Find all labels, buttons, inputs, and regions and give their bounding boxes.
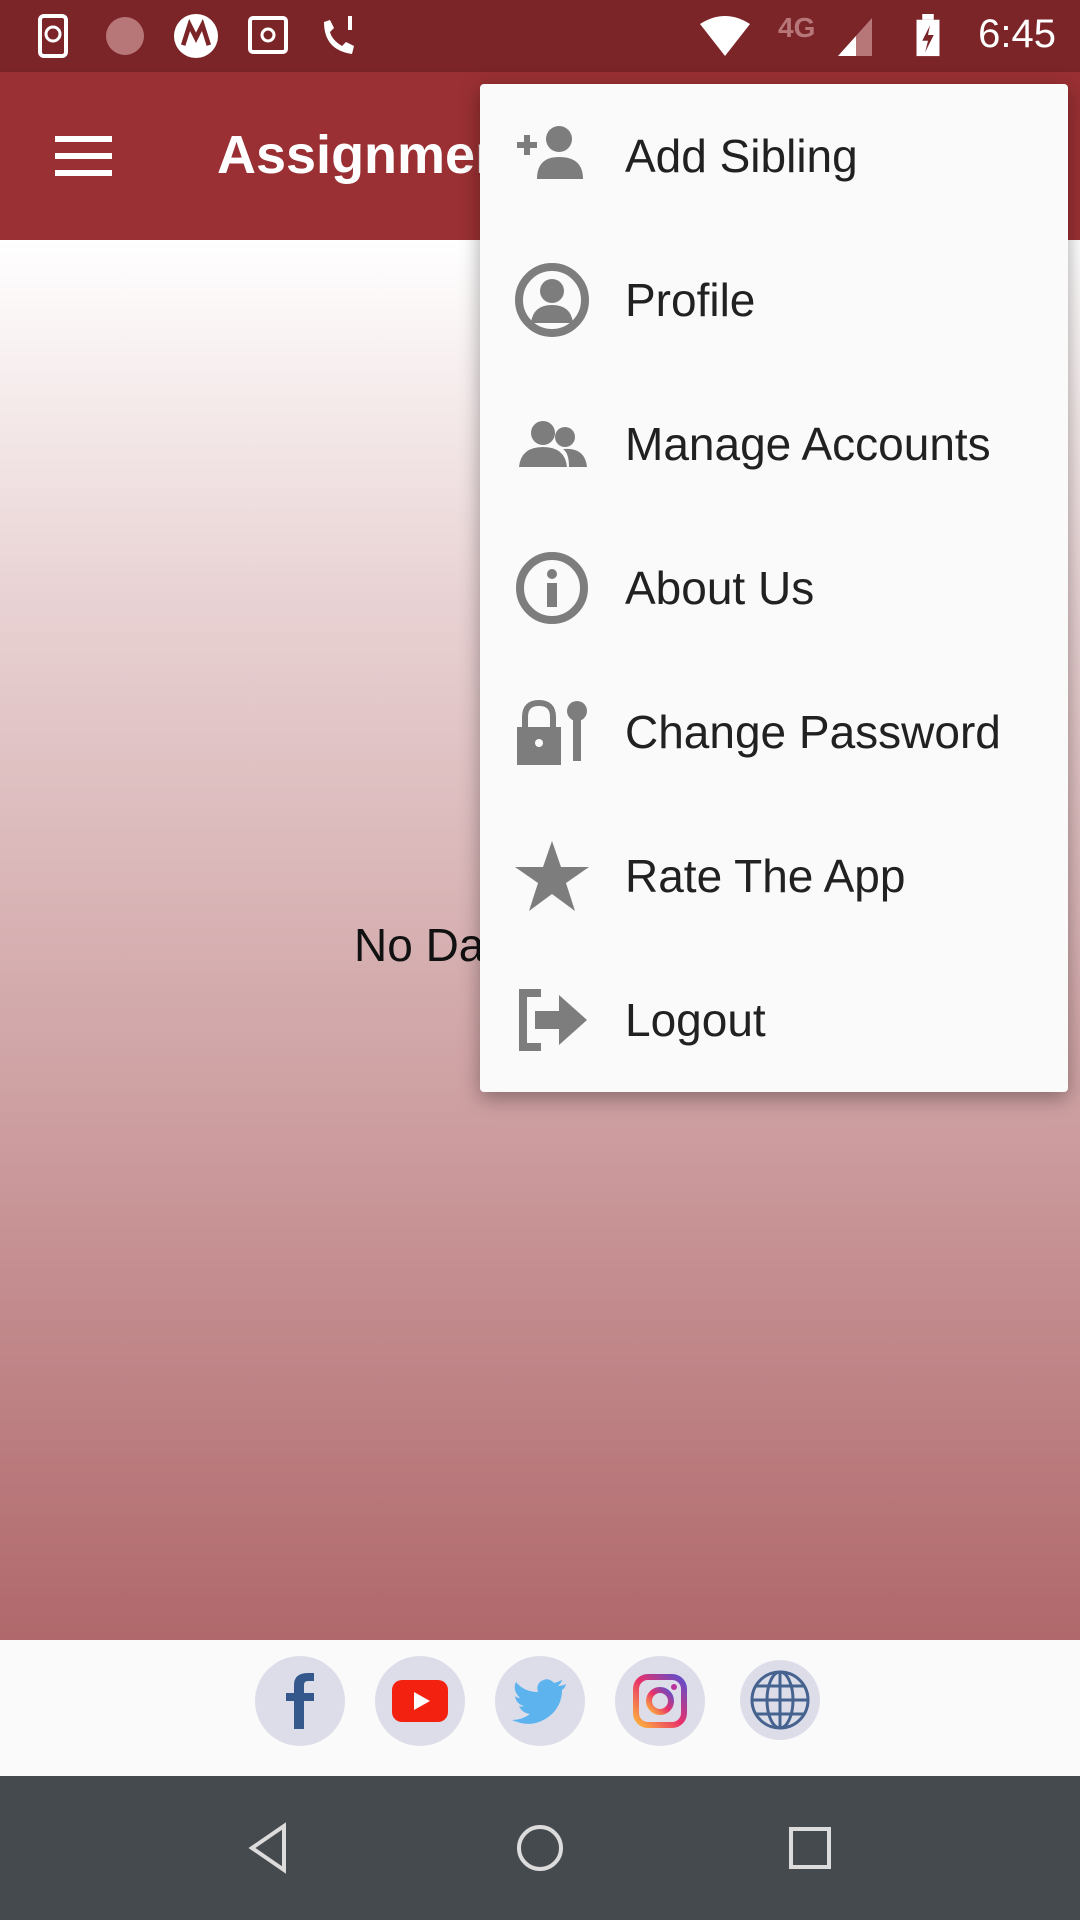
menu-item-change-password[interactable]: Change Password xyxy=(480,660,1068,804)
facebook-icon xyxy=(286,1673,314,1729)
instagram-icon xyxy=(633,1674,687,1728)
lock-key-icon xyxy=(517,699,587,765)
globe-icon xyxy=(750,1670,810,1730)
profile-icon xyxy=(515,263,589,337)
people-icon xyxy=(519,421,587,467)
info-icon xyxy=(516,552,588,624)
signal-icon xyxy=(838,18,872,56)
system-nav-bar xyxy=(0,1776,1080,1920)
logout-icon xyxy=(519,989,587,1051)
menu-item-logout[interactable]: Logout xyxy=(480,948,1068,1092)
menu-item-add-sibling[interactable]: Add Sibling xyxy=(480,84,1068,228)
safe-icon xyxy=(248,16,288,54)
menu-item-manage-accounts[interactable]: Manage Accounts xyxy=(480,372,1068,516)
youtube-button[interactable] xyxy=(375,1656,465,1746)
menu-item-rate-the-app[interactable]: Rate The App xyxy=(480,804,1068,948)
status-bar: 4G 6:45 xyxy=(0,0,1080,72)
clock: 6:45 xyxy=(978,12,1056,56)
twitter-button[interactable] xyxy=(495,1656,585,1746)
twitter-icon xyxy=(512,1679,566,1724)
add-person-icon xyxy=(517,126,583,179)
loading-icon xyxy=(106,17,144,55)
hamburger-icon[interactable] xyxy=(55,136,112,176)
network-type: 4G xyxy=(778,12,816,43)
youtube-icon xyxy=(392,1680,448,1722)
phone-sync-icon xyxy=(38,14,68,58)
menu-item-profile[interactable]: Profile xyxy=(480,228,1068,372)
motorola-icon xyxy=(174,14,218,58)
overflow-menu: Add Sibling Profile Manage Accounts Abou… xyxy=(480,84,1068,1092)
social-footer xyxy=(0,1640,1080,1776)
recents-icon[interactable] xyxy=(782,1820,838,1876)
wifi-calling-icon xyxy=(324,16,354,54)
instagram-button[interactable] xyxy=(615,1656,705,1746)
website-button[interactable] xyxy=(740,1660,820,1740)
star-icon xyxy=(515,841,589,911)
home-icon[interactable] xyxy=(512,1820,568,1876)
battery-charging-icon xyxy=(916,14,940,57)
back-icon[interactable] xyxy=(242,1820,298,1876)
wifi-icon xyxy=(700,16,750,56)
facebook-button[interactable] xyxy=(255,1656,345,1746)
menu-item-about-us[interactable]: About Us xyxy=(480,516,1068,660)
